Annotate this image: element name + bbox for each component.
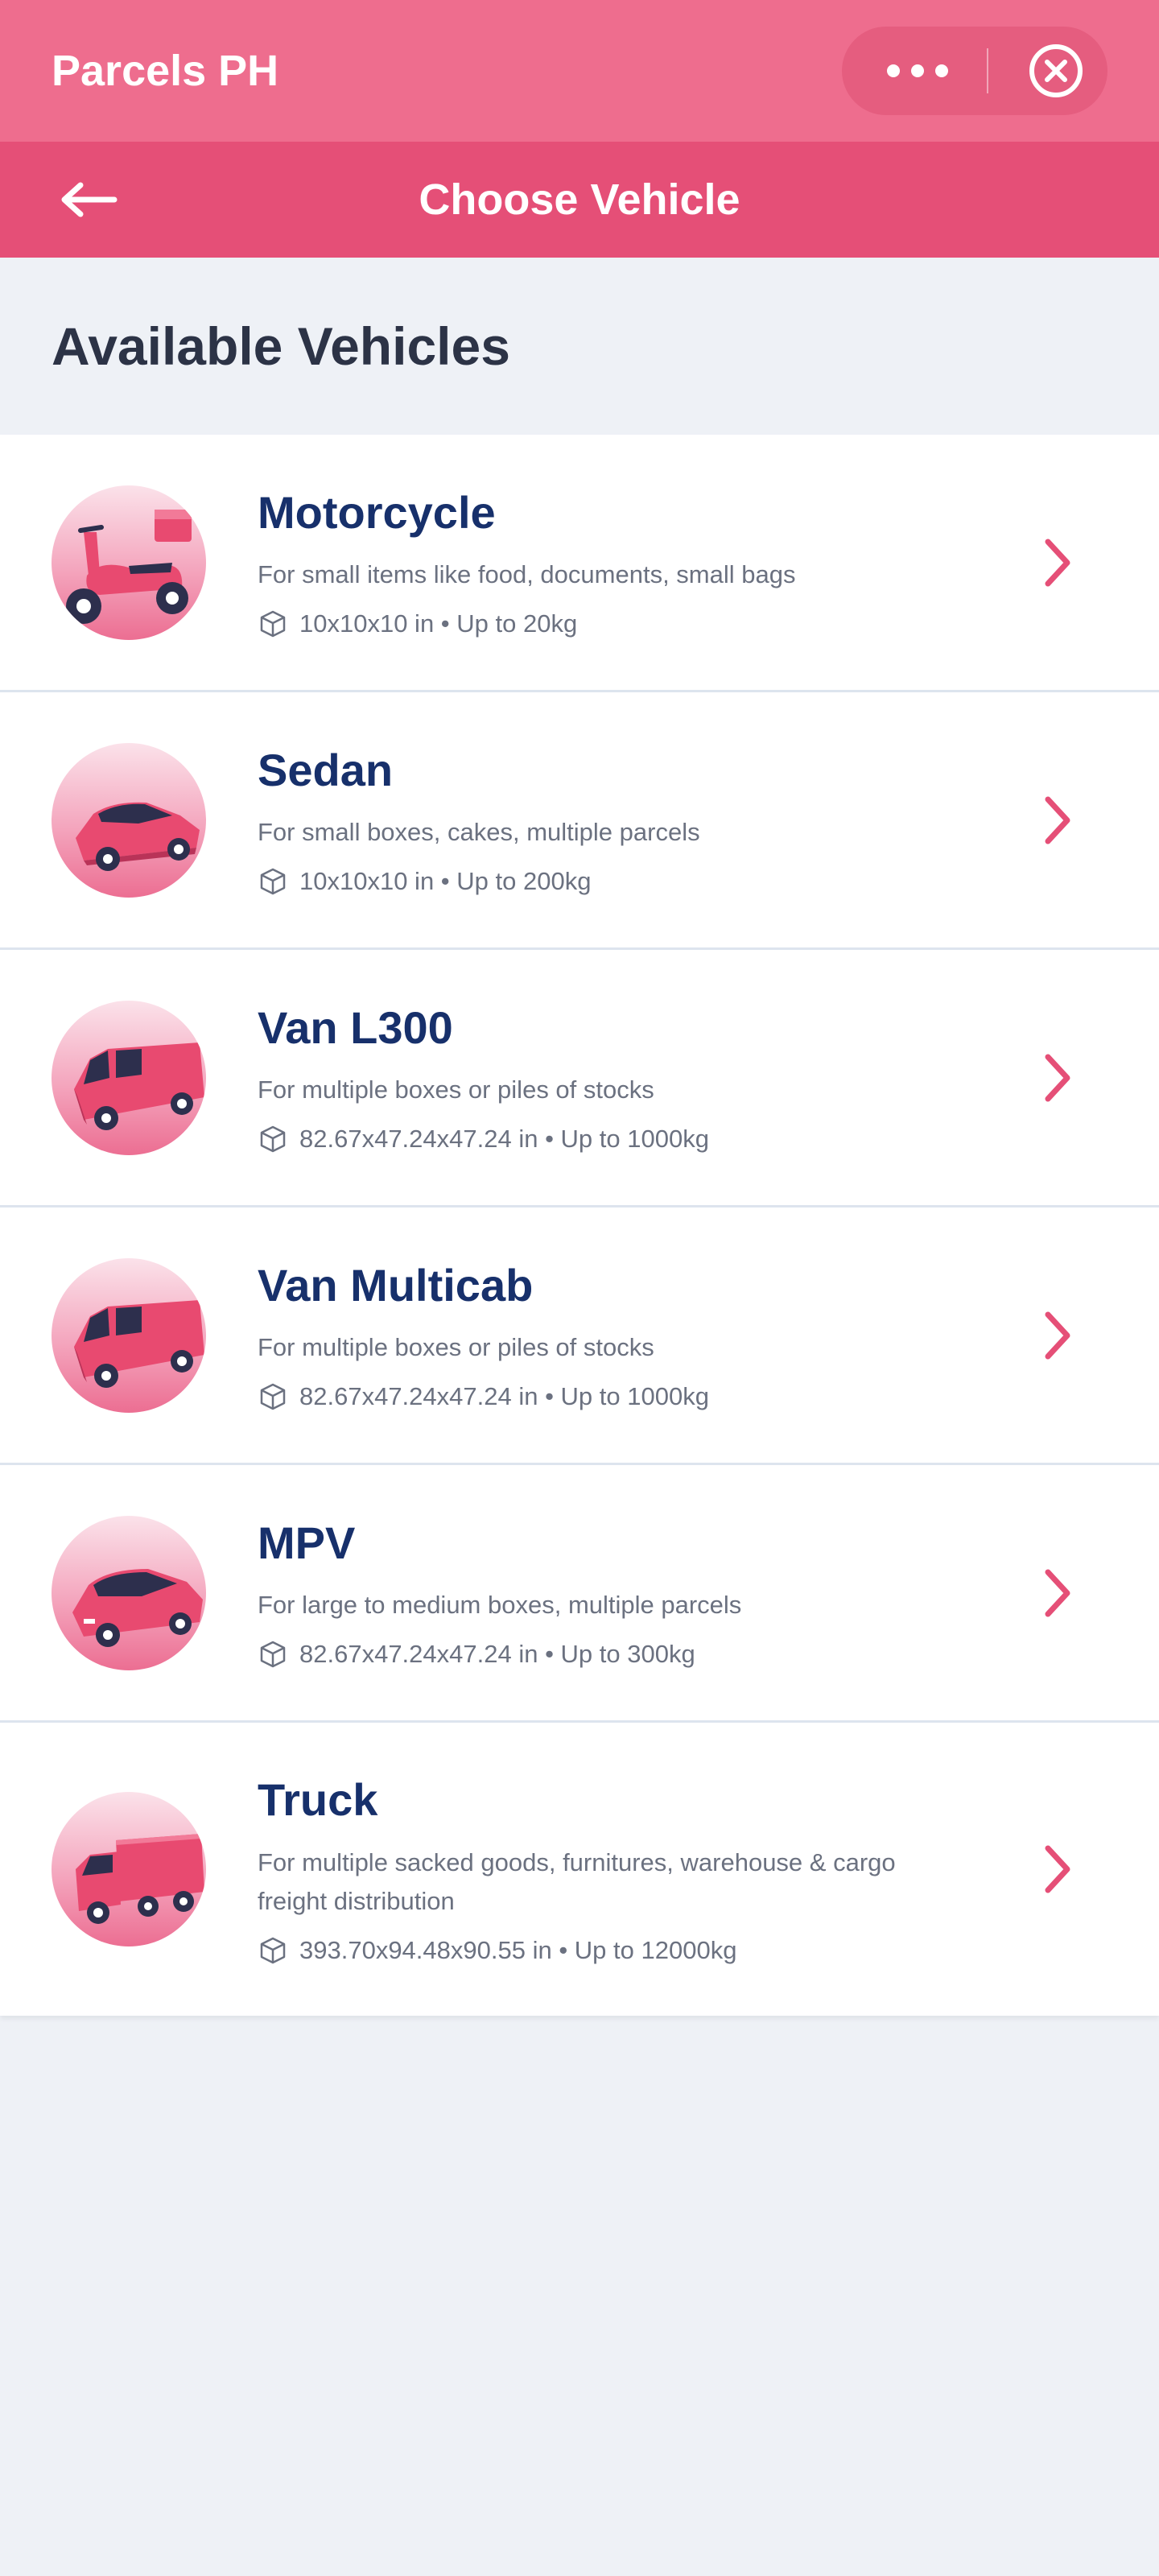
vehicle-name: Truck — [258, 1774, 378, 1826]
vehicle-description: For multiple boxes or piles of stocks — [258, 1333, 654, 1362]
motorcycle-icon — [52, 485, 206, 640]
package-icon — [260, 610, 286, 638]
vehicle-name: Motorcycle — [258, 486, 496, 538]
vehicle-item-mpv[interactable]: MPV For large to medium boxes, multiple … — [0, 1465, 1159, 1723]
page-title: Choose Vehicle — [419, 175, 740, 224]
section-header: Available Vehicles — [0, 258, 1159, 435]
package-icon — [260, 1641, 286, 1668]
van-icon — [52, 1257, 206, 1413]
vehicle-item-truck[interactable]: Truck For multiple sacked goods, furnitu… — [0, 1723, 1159, 2016]
more-options-icon[interactable] — [887, 64, 948, 77]
nav-bar: Choose Vehicle — [0, 142, 1159, 258]
package-icon — [260, 1937, 286, 1963]
vehicle-spec: 82.67x47.24x47.24 in • Up to 300kg — [299, 1640, 695, 1669]
capsule-divider — [987, 48, 988, 93]
mini-program-header: Parcels PH — [0, 0, 1159, 142]
vehicle-item-van-l300[interactable]: Van L300 For multiple boxes or piles of … — [0, 950, 1159, 1208]
vehicle-spec: 82.67x47.24x47.24 in • Up to 1000kg — [299, 1382, 709, 1411]
vehicle-list: Motorcycle For small items like food, do… — [0, 435, 1159, 2016]
vehicle-name: Van L300 — [258, 1001, 453, 1053]
vehicle-description: For large to medium boxes, multiple parc… — [258, 1591, 742, 1620]
vehicle-description: For small items like food, documents, sm… — [258, 560, 796, 589]
chevron-right-icon — [1045, 1569, 1070, 1616]
vehicle-item-van-multicab[interactable]: Van Multicab For multiple boxes or piles… — [0, 1208, 1159, 1465]
back-arrow-icon[interactable] — [58, 179, 119, 221]
vehicle-name: MPV — [258, 1517, 356, 1568]
capsule-menu — [842, 27, 1107, 115]
van-icon — [52, 1000, 206, 1155]
chevron-right-icon — [1045, 539, 1070, 586]
mpv-icon — [52, 1515, 206, 1670]
package-icon — [260, 868, 286, 895]
chevron-right-icon — [1045, 796, 1070, 844]
chevron-right-icon — [1045, 1311, 1070, 1359]
vehicle-spec: 10x10x10 in • Up to 200kg — [299, 867, 592, 896]
vehicle-description: For multiple sacked goods, furnitures, w… — [258, 1847, 896, 1915]
vehicle-name: Sedan — [258, 744, 394, 795]
package-icon — [260, 1125, 286, 1153]
package-icon — [260, 1383, 286, 1410]
vehicle-description: For small boxes, cakes, multiple parcels — [258, 818, 700, 847]
chevron-right-icon — [1045, 1845, 1070, 1893]
vehicle-description: For multiple boxes or piles of stocks — [258, 1075, 654, 1104]
vehicle-item-motorcycle[interactable]: Motorcycle For small items like food, do… — [0, 435, 1159, 692]
close-icon[interactable] — [1027, 42, 1085, 100]
vehicle-item-sedan[interactable]: Sedan For small boxes, cakes, multiple p… — [0, 692, 1159, 950]
vehicle-spec: 82.67x47.24x47.24 in • Up to 1000kg — [299, 1125, 709, 1154]
vehicle-name: Van Multicab — [258, 1259, 534, 1311]
vehicle-spec: 10x10x10 in • Up to 20kg — [299, 609, 578, 638]
sedan-icon — [52, 742, 206, 898]
vehicle-spec: 393.70x94.48x90.55 in • Up to 12000kg — [299, 1935, 737, 1964]
chevron-right-icon — [1045, 1054, 1070, 1101]
section-title: Available Vehicles — [52, 316, 510, 376]
truck-icon — [52, 1792, 206, 1946]
app-title: Parcels PH — [52, 47, 279, 95]
